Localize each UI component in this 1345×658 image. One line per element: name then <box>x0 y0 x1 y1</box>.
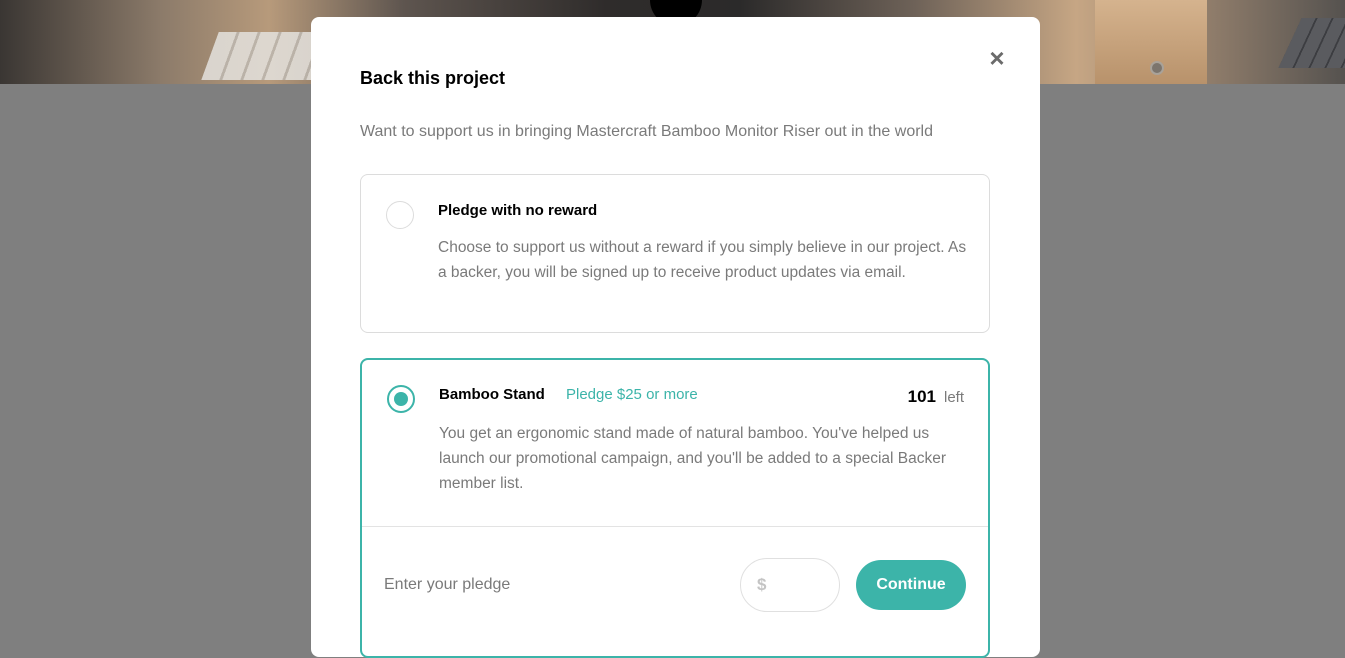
laptop-keyboard-decoration <box>1278 18 1345 68</box>
radio-selected-dot <box>394 392 408 406</box>
pledge-amount-input[interactable] <box>772 576 833 594</box>
modal-subtitle: Want to support us in bringing Mastercra… <box>360 123 933 140</box>
close-icon[interactable]: × <box>986 45 1008 71</box>
dollar-icon: $ <box>757 575 767 594</box>
pledge-label: Enter your pledge <box>384 576 511 593</box>
stock-count: 101 <box>907 387 936 406</box>
pledge-option-bamboo-stand[interactable]: Bamboo Stand Pledge $25 or more 101 left … <box>360 358 990 658</box>
continue-button[interactable]: Continue <box>856 560 966 610</box>
option-description: Choose to support us without a reward if… <box>438 239 967 281</box>
option-title[interactable]: Pledge with no reward <box>438 202 597 219</box>
radio-no-reward[interactable] <box>386 201 414 229</box>
stock-remaining: 101 left <box>908 387 964 407</box>
divider <box>362 526 988 527</box>
option-title[interactable]: Bamboo Stand <box>439 386 545 403</box>
radio-bamboo-stand[interactable] <box>387 385 415 413</box>
pledge-amount-field[interactable]: $ <box>740 558 840 612</box>
keyboard-decoration <box>201 32 329 80</box>
pledge-option-no-reward[interactable]: Pledge with no reward Choose to support … <box>360 174 990 333</box>
screw-decoration <box>1150 61 1164 75</box>
option-description: You get an ergonomic stand made of natur… <box>439 425 947 492</box>
pledge-minimum: Pledge $25 or more <box>566 386 698 403</box>
back-project-modal: × Back this project Want to support us i… <box>311 17 1040 658</box>
modal-title: Back this project <box>360 68 506 88</box>
stock-label: left <box>943 389 964 406</box>
